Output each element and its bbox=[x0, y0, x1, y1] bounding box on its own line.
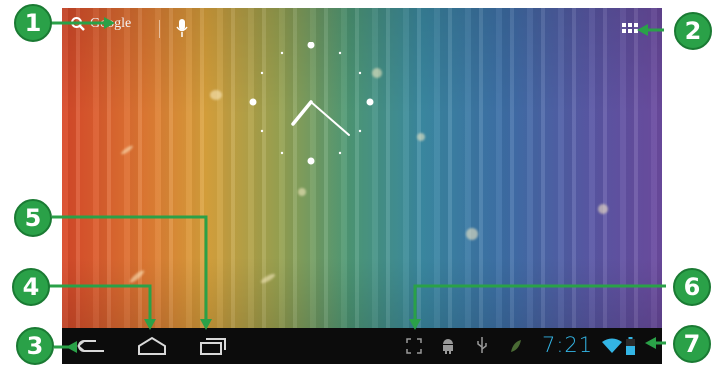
callout-4: 4 bbox=[12, 268, 50, 306]
callout-6: 6 bbox=[673, 268, 711, 306]
callout-3: 3 bbox=[16, 327, 54, 365]
callout-lines bbox=[48, 17, 666, 353]
callout-1: 1 bbox=[14, 4, 52, 42]
callout-2: 2 bbox=[674, 12, 712, 50]
callout-5: 5 bbox=[14, 199, 52, 237]
callout-7: 7 bbox=[673, 325, 711, 363]
